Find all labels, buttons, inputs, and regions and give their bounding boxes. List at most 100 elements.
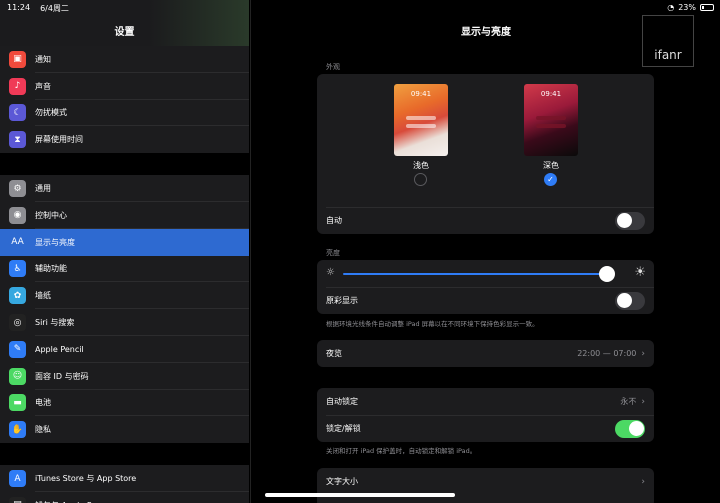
sidebar-item[interactable]: AiTunes Store 与 App Store <box>0 465 249 492</box>
sidebar-item[interactable]: ☾ 勿扰模式 <box>0 100 249 127</box>
lock-unlock-note: 关闭和打开 iPad 保护盖时，自动锁定和解锁 iPad。 <box>326 447 477 455</box>
moon-icon: ☾ <box>9 104 26 122</box>
sidebar-item-label: 面容 ID 与密码 <box>35 371 89 381</box>
sidebar-item-label: 辅助功能 <box>35 264 67 274</box>
sidebar-item[interactable]: ✎ Apple Pencil <box>0 336 249 363</box>
display-icon: AA <box>9 233 26 251</box>
text-size-label: 文字大小 <box>326 477 358 486</box>
true-tone-label: 原彩显示 <box>326 296 358 305</box>
dark-preview-bar <box>536 116 566 120</box>
app-store-icon: A <box>9 470 26 488</box>
sidebar-item[interactable]: ☺ 面容 ID 与密码 <box>0 363 249 390</box>
toggle-knob <box>616 213 632 228</box>
gear-icon: ⚙ <box>9 180 26 198</box>
sidebar-item[interactable]: ♪ 声音 <box>0 73 249 100</box>
sidebar-item[interactable]: ▣ 通知 <box>0 46 249 73</box>
sidebar-group: ▣ 通知 ♪ 声音 ☾ 勿扰模式 ⧗ 屏幕使用时间 <box>0 46 249 154</box>
light-mode-radio[interactable] <box>414 173 427 186</box>
light-preview-bar <box>406 116 436 120</box>
sidebar-item[interactable]: ✋ 隐私 <box>0 416 249 443</box>
dark-mode-label: 深色 <box>543 161 559 170</box>
night-shift-row[interactable]: 夜览 22:00 — 07:00 › <box>317 340 654 367</box>
sidebar-item-label: Apple Pencil <box>35 344 84 354</box>
faceid-icon: ☺ <box>9 367 26 385</box>
sidebar-item-label: 电池 <box>35 398 51 408</box>
siri-icon: ◎ <box>9 314 26 332</box>
chevron-right-icon: › <box>641 348 645 359</box>
status-date: 6/4周二 <box>40 4 69 13</box>
sidebar-item[interactable]: ⚙ 通用 <box>0 175 249 202</box>
sidebar-item[interactable]: ⧗ 屏幕使用时间 <box>0 126 249 153</box>
sidebar-item-label: 显示与亮度 <box>35 237 75 247</box>
night-shift-value: 22:00 — 07:00 <box>577 349 637 358</box>
auto-appearance-row: 自动 <box>317 207 654 234</box>
lock-card: 自动锁定 永不 › 锁定/解锁 <box>317 388 654 442</box>
true-tone-toggle[interactable] <box>615 291 645 310</box>
sidebar-item[interactable]: AA 显示与亮度 <box>0 228 249 256</box>
accessibility-icon: ♿ <box>9 260 26 278</box>
dark-mode-preview[interactable]: 09:41 <box>524 84 578 156</box>
sidebar-item-label: 勿扰模式 <box>35 108 67 118</box>
checkmark-icon: ✓ <box>547 175 554 184</box>
sidebar-item-label: 通知 <box>35 54 51 64</box>
sidebar-item-label: 墙纸 <box>35 291 51 301</box>
sidebar-item[interactable]: ▬ 电池 <box>0 390 249 417</box>
chevron-right-icon: › <box>641 476 645 487</box>
sun-small-icon: ☼ <box>326 267 335 278</box>
sidebar-list: ▣ 通知 ♪ 声音 ☾ 勿扰模式 ⧗ 屏幕使用时间 ⚙ 通用 ◉ 控制中心 AA 显示与亮度 ♿ 辅助功能 ✿ 墙… <box>0 46 249 503</box>
true-tone-row: 原彩显示 <box>317 287 654 314</box>
appearance-section-label: 外观 <box>326 63 340 71</box>
brightness-slider-track[interactable] <box>343 273 612 275</box>
auto-appearance-toggle[interactable] <box>615 211 645 230</box>
battery-icon <box>700 4 714 11</box>
wifi-icon: ◔ <box>667 3 675 12</box>
lock-unlock-toggle[interactable] <box>615 419 645 438</box>
sidebar-group-gap <box>0 443 249 466</box>
brightness-slider-row: ☼ ☀ <box>317 260 654 287</box>
sound-icon: ♪ <box>9 77 26 95</box>
true-tone-note: 根据环境光线条件自动调整 iPad 屏幕以在不同环境下保持色彩显示一致。 <box>326 320 539 328</box>
sidebar-item-label: 隐私 <box>35 425 51 435</box>
text-size-card: 文字大小 › <box>317 468 654 503</box>
light-preview-bar <box>406 124 436 128</box>
chevron-right-icon: › <box>641 396 645 407</box>
night-shift-card: 夜览 22:00 — 07:00 › <box>317 340 654 367</box>
sidebar-item-label: 控制中心 <box>35 210 67 220</box>
sidebar-item[interactable]: ◉ 控制中心 <box>0 202 249 229</box>
privacy-hand-icon: ✋ <box>9 421 26 439</box>
sidebar-item-label: iTunes Store 与 App Store <box>35 474 137 484</box>
sidebar-group: ⚙ 通用 ◉ 控制中心 AA 显示与亮度 ♿ 辅助功能 ✿ 墙纸 ◎ Siri 与搜索 ✎ Apple P… <box>0 175 249 444</box>
control-center-icon: ◉ <box>9 206 26 224</box>
dark-preview-bar <box>536 124 566 128</box>
toggle-knob <box>628 421 644 436</box>
sidebar-title: 设置 <box>114 27 135 38</box>
auto-appearance-label: 自动 <box>326 216 342 225</box>
night-shift-label: 夜览 <box>326 349 342 358</box>
brightness-card: ☼ ☀ 原彩显示 <box>317 260 654 314</box>
auto-lock-value: 永不 <box>620 397 637 406</box>
brightness-section-label: 亮度 <box>326 249 340 257</box>
light-mode-preview[interactable]: 09:41 <box>394 84 448 156</box>
home-indicator[interactable] <box>265 493 455 497</box>
brightness-slider-handle[interactable] <box>598 266 615 282</box>
auto-lock-row[interactable]: 自动锁定 永不 › <box>317 388 654 415</box>
sidebar-header: 11:24 6/4周二 设置 <box>0 0 249 46</box>
status-time: 11:24 <box>7 3 31 12</box>
sidebar-item[interactable]: ▤钱包与 Apple Pay <box>0 492 249 503</box>
light-preview-time: 09:41 <box>410 90 432 98</box>
sidebar-item[interactable]: ◎ Siri 与搜索 <box>0 309 249 336</box>
page-title: 显示与亮度 <box>461 27 511 38</box>
text-size-row[interactable]: 文字大小 › <box>317 468 654 495</box>
dark-preview-time: 09:41 <box>540 90 562 98</box>
wallpaper-icon: ✿ <box>9 287 26 305</box>
light-mode-label: 浅色 <box>413 161 429 170</box>
battery-icon: ▬ <box>9 394 26 412</box>
sidebar-item-label: 声音 <box>35 81 51 91</box>
sidebar-item[interactable]: ♿ 辅助功能 <box>0 256 249 283</box>
status-bar-right: ◔ 23% <box>667 3 714 12</box>
dark-mode-radio[interactable]: ✓ <box>544 173 557 186</box>
toggle-knob <box>616 293 632 308</box>
sidebar-item[interactable]: ✿ 墙纸 <box>0 282 249 309</box>
status-bar-left: 11:24 6/4周二 <box>7 3 69 14</box>
notifications-icon: ▣ <box>9 50 26 68</box>
